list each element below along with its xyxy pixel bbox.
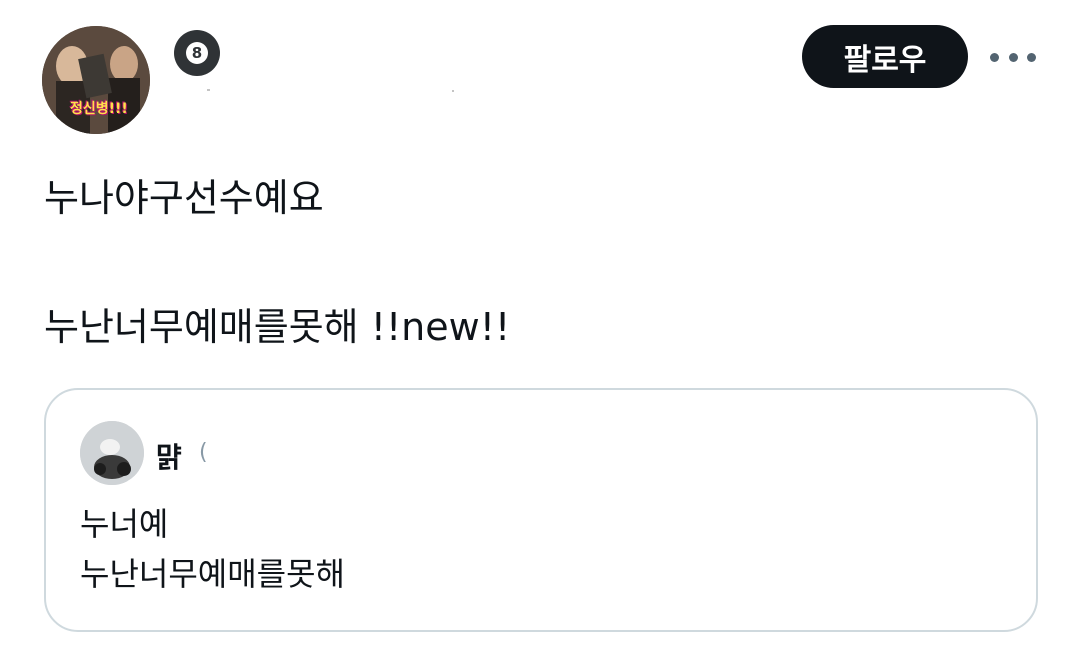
quoted-text-line-2: 누난너무예매를못해 [80,555,345,593]
tweet-text-line-2: 누난너무예매를못해 !!new!! [44,305,511,349]
follow-button[interactable]: 팔로우 [802,25,968,88]
quoted-avatar-photo [80,421,144,485]
tweet-text-line-1: 누나야구선수예요 [44,176,324,220]
more-dot [1027,52,1036,62]
quoted-tweet-card[interactable]: 먉 ( 누너예 누난너무예매를못해 [44,388,1038,632]
tweet-page: 정신병!!! 8 팔로우 누나야구선수예요 누난너무예매를못해 !!new!! … [0,0,1080,654]
badge-number: 8 [186,42,208,64]
more-dot [990,52,999,62]
quoted-author-suffix: ( [199,440,208,465]
quoted-author-avatar[interactable] [80,421,144,485]
more-dot [1008,52,1018,62]
author-avatar[interactable]: 정신병!!! [42,26,150,134]
number-badge: 8 [174,30,220,76]
quoted-author-name[interactable]: 먉 [156,436,182,476]
handle-placeholder [207,89,454,92]
avatar-caption: 정신병!!! [70,101,128,117]
quoted-text-line-1: 누너예 [80,505,169,543]
more-options-icon[interactable] [990,42,1036,72]
